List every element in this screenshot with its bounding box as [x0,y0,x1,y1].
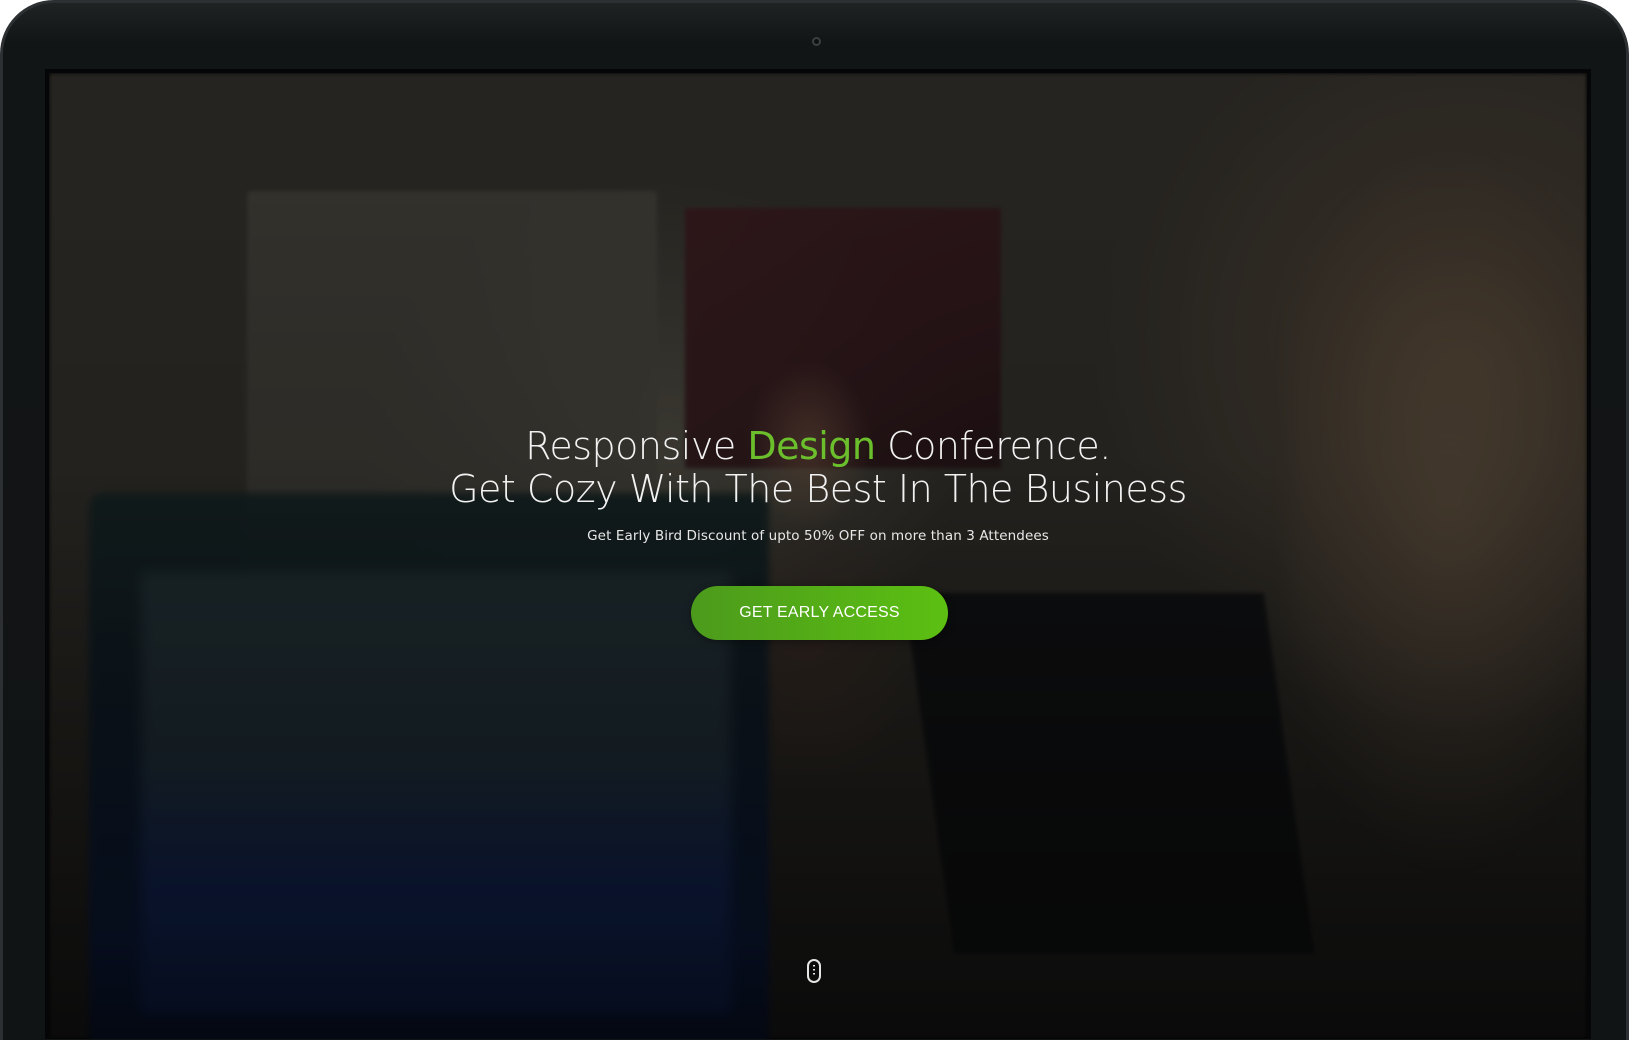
get-early-access-button[interactable]: GET EARLY ACCESS [691,586,948,640]
headline-line-two: Get Cozy With The Best In The Business [449,467,1187,511]
camera-icon [812,37,821,46]
hero-subheadline: Get Early Bird Discount of upto 50% OFF … [587,528,1049,544]
laptop-frame: Responsive Design Conference. Get Cozy W… [0,0,1629,1040]
headline-accent-word: Design [747,424,876,468]
screen: Responsive Design Conference. Get Cozy W… [45,69,1591,1039]
hero-section: Responsive Design Conference. Get Cozy W… [49,73,1587,1039]
mouse-scroll-icon[interactable] [807,959,821,983]
hero-headline: Responsive Design Conference. Get Cozy W… [49,425,1587,511]
headline-text-end: Conference. [875,424,1111,468]
headline-text-start: Responsive [525,424,748,468]
scroll-wheel-indicator [813,965,815,977]
